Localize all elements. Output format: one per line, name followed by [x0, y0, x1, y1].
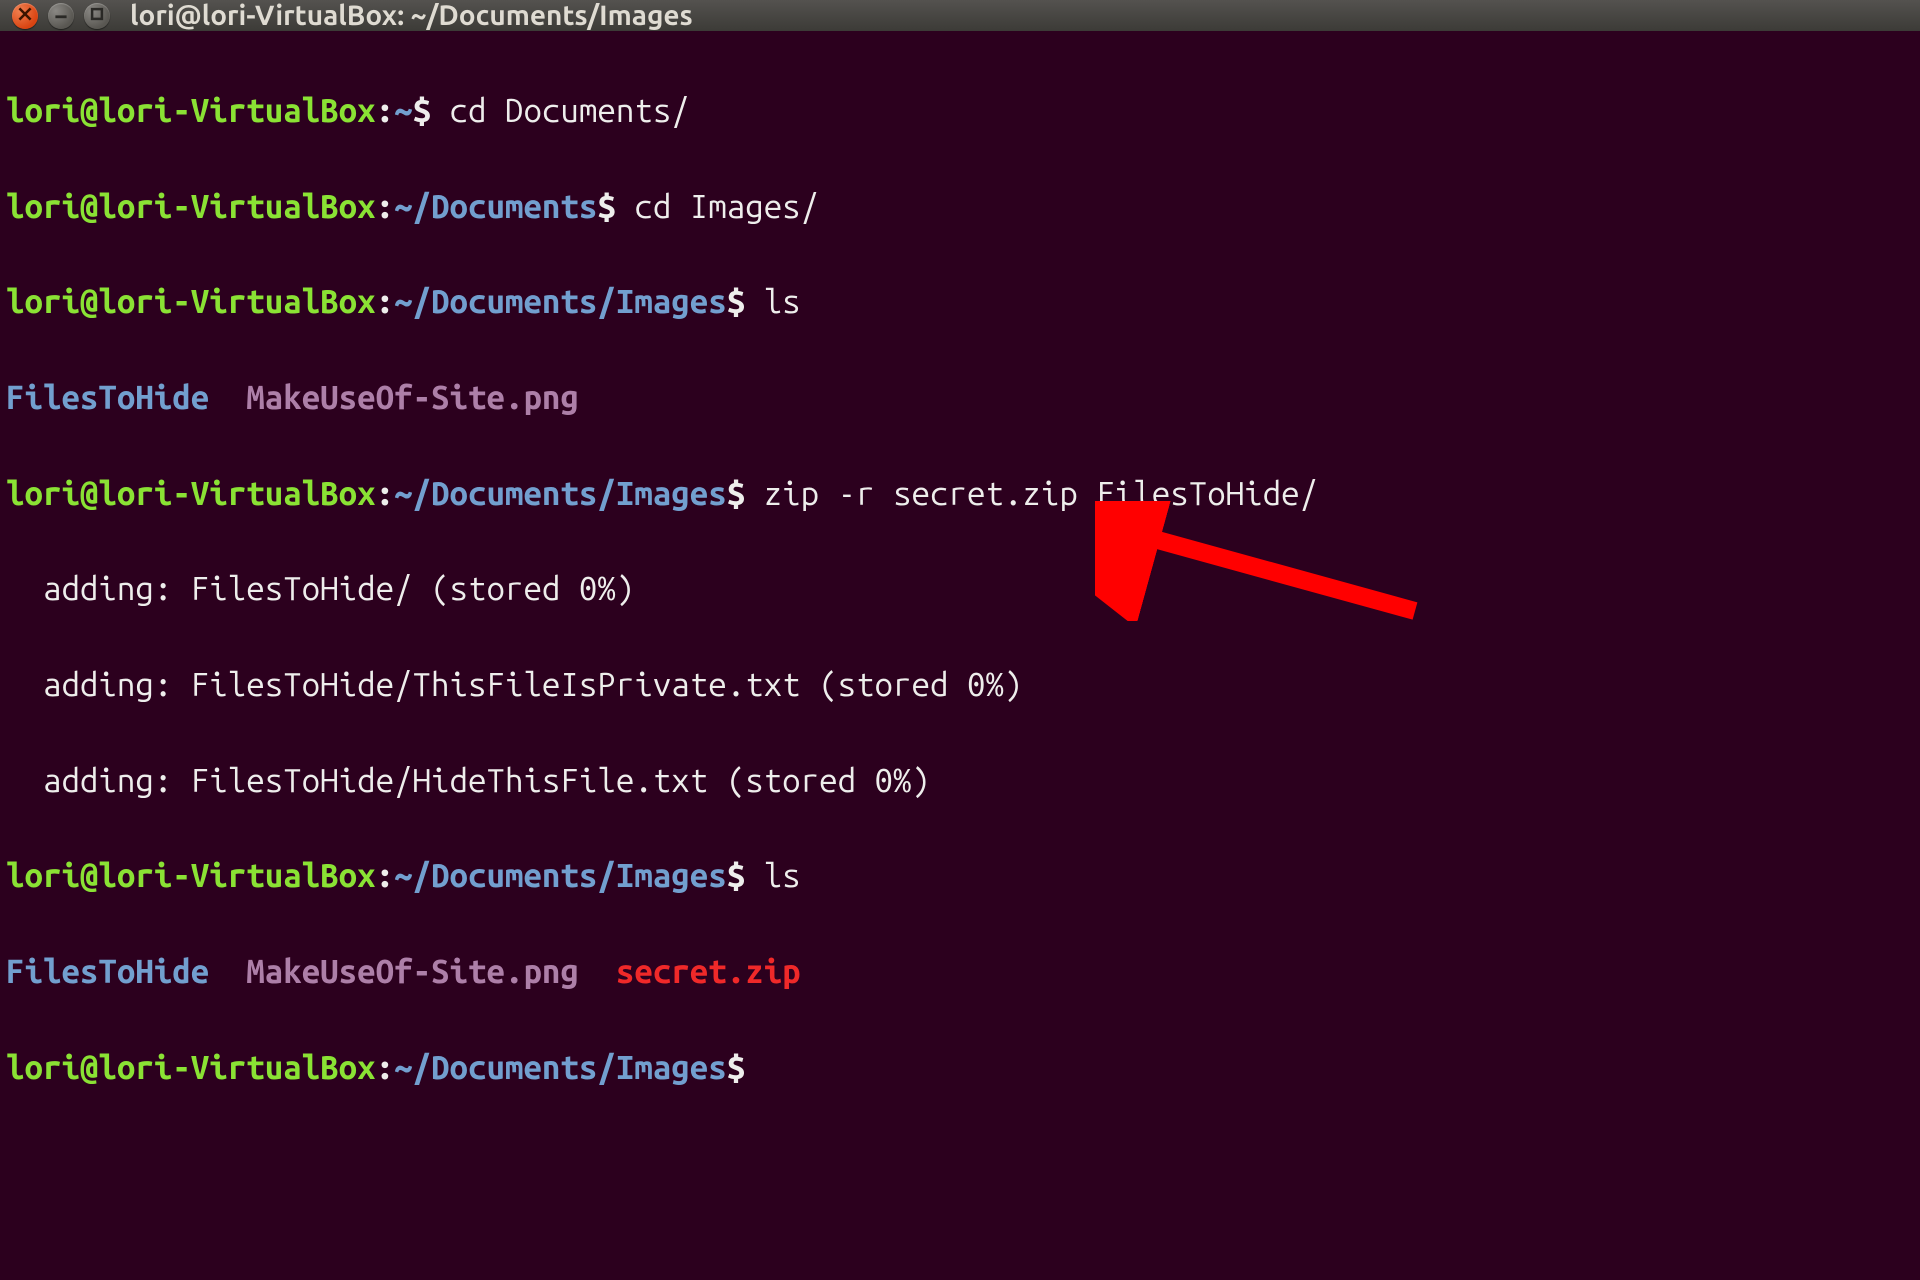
ls-directory: FilesToHide	[6, 953, 209, 990]
prompt-path: ~/Documents/Images	[394, 857, 727, 894]
titlebar[interactable]: lori@lori-VirtualBox: ~/Documents/Images	[0, 0, 1920, 31]
prompt-user: lori@lori-VirtualBox	[6, 857, 376, 894]
close-icon	[18, 7, 32, 25]
terminal-output: adding: FilesToHide/ThisFileIsPrivate.tx…	[6, 661, 1914, 709]
prompt-user: lori@lori-VirtualBox	[6, 188, 376, 225]
prompt-user: lori@lori-VirtualBox	[6, 283, 376, 320]
terminal-line: FilesToHide MakeUseOf-Site.png	[6, 374, 1914, 422]
terminal-output: adding: FilesToHide/ (stored 0%)	[6, 565, 1914, 613]
prompt-dollar: $	[413, 92, 450, 129]
prompt-path: ~/Documents/Images	[394, 475, 727, 512]
terminal-output: adding: FilesToHide/HideThisFile.txt (st…	[6, 757, 1914, 805]
prompt-dollar: $	[727, 857, 764, 894]
ls-imagefile: MakeUseOf-Site.png	[246, 953, 579, 990]
prompt-colon: :	[376, 857, 394, 894]
prompt-path: ~/Documents/Images	[394, 1049, 727, 1086]
terminal-window: lori@lori-VirtualBox: ~/Documents/Images…	[0, 0, 1920, 1280]
maximize-button[interactable]	[84, 3, 110, 29]
prompt-user: lori@lori-VirtualBox	[6, 92, 376, 129]
prompt-colon: :	[376, 1049, 394, 1086]
command-text: cd Documents/	[450, 92, 690, 129]
command-text: zip -r secret.zip FilesToHide/	[764, 475, 1318, 512]
window-controls	[12, 3, 110, 29]
prompt-user: lori@lori-VirtualBox	[6, 475, 376, 512]
minimize-button[interactable]	[48, 3, 74, 29]
terminal-line: lori@lori-VirtualBox:~/Documents/Images$…	[6, 470, 1914, 518]
prompt-dollar: $	[597, 188, 634, 225]
prompt-path: ~	[394, 92, 412, 129]
command-text: cd Images/	[634, 188, 819, 225]
terminal-line: lori@lori-VirtualBox:~$ cd Documents/	[6, 87, 1914, 135]
prompt-dollar: $	[727, 475, 764, 512]
close-button[interactable]	[12, 3, 38, 29]
minimize-icon	[54, 7, 68, 25]
command-text: ls	[764, 857, 801, 894]
terminal-line: FilesToHide MakeUseOf-Site.png secret.zi…	[6, 948, 1914, 996]
prompt-user: lori@lori-VirtualBox	[6, 1049, 376, 1086]
window-title: lori@lori-VirtualBox: ~/Documents/Images	[130, 0, 693, 31]
prompt-path: ~/Documents	[394, 188, 597, 225]
ls-imagefile: MakeUseOf-Site.png	[246, 379, 579, 416]
terminal-line: lori@lori-VirtualBox:~/Documents/Images$	[6, 1044, 1914, 1092]
terminal-line: lori@lori-VirtualBox:~/Documents/Images$…	[6, 852, 1914, 900]
terminal-body[interactable]: lori@lori-VirtualBox:~$ cd Documents/ lo…	[0, 31, 1920, 1280]
prompt-colon: :	[376, 283, 394, 320]
prompt-path: ~/Documents/Images	[394, 283, 727, 320]
maximize-icon	[90, 7, 104, 25]
prompt-dollar: $	[727, 1049, 764, 1086]
ls-directory: FilesToHide	[6, 379, 209, 416]
ls-archivefile: secret.zip	[616, 953, 801, 990]
terminal-line: lori@lori-VirtualBox:~/Documents$ cd Ima…	[6, 183, 1914, 231]
prompt-colon: :	[376, 475, 394, 512]
prompt-colon: :	[376, 188, 394, 225]
prompt-colon: :	[376, 92, 394, 129]
prompt-dollar: $	[727, 283, 764, 320]
terminal-line: lori@lori-VirtualBox:~/Documents/Images$…	[6, 278, 1914, 326]
command-text: ls	[764, 283, 801, 320]
